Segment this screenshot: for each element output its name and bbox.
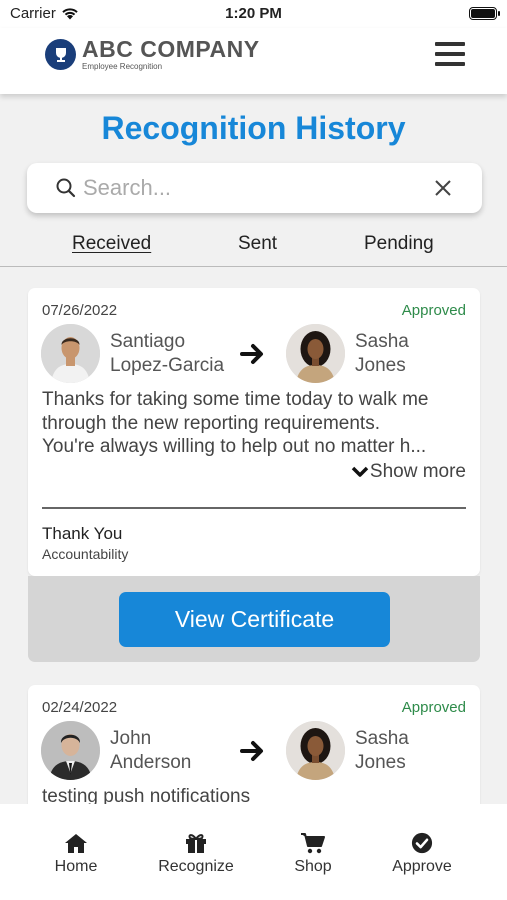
gift-icon [186,834,206,853]
message-line: You're always willing to help out no mat… [42,436,427,457]
recognition-list[interactable]: 07/26/2022 Approved Santiago Lopez-Garci… [0,268,507,804]
close-icon[interactable] [434,179,452,197]
history-tabs: Received Sent Pending [0,233,507,267]
recipient-last-name: Jones [355,355,406,376]
sender-first-name: John [110,728,152,749]
sender-first-name: Santiago [110,331,186,352]
show-more-button[interactable]: Show more [351,461,466,483]
recipient-first-name: Sasha [355,728,409,749]
recipient-name: Sasha Jones [355,727,409,775]
company-tagline: Employee Recognition [82,62,163,71]
sender-name: Santiago Lopez-Garcia [110,330,224,378]
sender-last-name: Anderson [110,752,192,773]
view-certificate-button[interactable]: View Certificate [119,592,390,647]
hamburger-menu-icon[interactable] [435,42,465,66]
tab-sent[interactable]: Sent [238,233,277,255]
arrow-right-icon [240,741,263,761]
recognition-card: 02/24/2022 Approved John Anderson Sasha … [28,685,480,804]
award-value: Accountability [42,546,129,562]
message-line: Thanks for taking some time today to wal… [42,389,429,410]
tab-pending[interactable]: Pending [364,233,434,255]
status-badge: Approved [401,699,466,716]
nav-home[interactable]: Home [26,832,126,876]
recipient-name: Sasha Jones [355,330,409,378]
recognition-card: 07/26/2022 Approved Santiago Lopez-Garci… [28,288,480,576]
recipient-avatar [286,721,345,780]
app-header: ABC COMPANY Employee Recognition [0,28,507,94]
sender-avatar [41,324,100,383]
recognition-message: Thanks for taking some time today to wal… [42,388,467,459]
arrow-right-icon [240,344,263,364]
recipient-first-name: Sasha [355,331,409,352]
status-badge: Approved [401,302,466,319]
nav-shop-label: Shop [294,858,332,875]
nav-recognize-label: Recognize [158,858,234,875]
status-bar: Carrier 1:20 PM [0,0,507,28]
clock: 1:20 PM [225,5,282,22]
nav-shop[interactable]: Shop [263,832,363,876]
message-line: testing push notifications [42,786,251,804]
bottom-nav: Home Recognize Shop Approve [0,804,507,900]
sender-last-name: Lopez-Garcia [110,355,225,376]
check-circle-icon [411,832,433,854]
search-icon [56,178,76,198]
sender-avatar [41,721,100,780]
chevron-down-icon [351,466,369,477]
recognition-date: 02/24/2022 [42,699,118,716]
recognition-message: testing push notifications [42,785,467,804]
nav-recognize[interactable]: Recognize [146,832,246,876]
battery-icon [469,7,500,20]
show-more-label: Show more [369,461,466,482]
company-name: ABC COMPANY [82,36,260,62]
sender-name: John Anderson [110,727,191,775]
recognition-date: 07/26/2022 [42,302,118,319]
nav-approve-label: Approve [392,858,452,875]
recipient-avatar [286,324,345,383]
trophy-icon [45,39,76,70]
home-icon [65,834,87,853]
nav-approve[interactable]: Approve [372,832,472,876]
tab-received[interactable]: Received [72,233,151,255]
company-logo: ABC COMPANY Employee Recognition [45,38,260,71]
award-type: Thank You [42,524,123,543]
cart-icon [301,833,325,854]
certificate-footer: View Certificate [28,576,480,662]
divider [42,507,466,509]
message-line: through the new reporting requirements. [42,412,380,434]
recipient-last-name: Jones [355,752,406,773]
search-input[interactable] [83,171,413,205]
search-box [27,163,482,213]
nav-home-label: Home [54,858,98,875]
page-title: Recognition History [101,110,406,146]
